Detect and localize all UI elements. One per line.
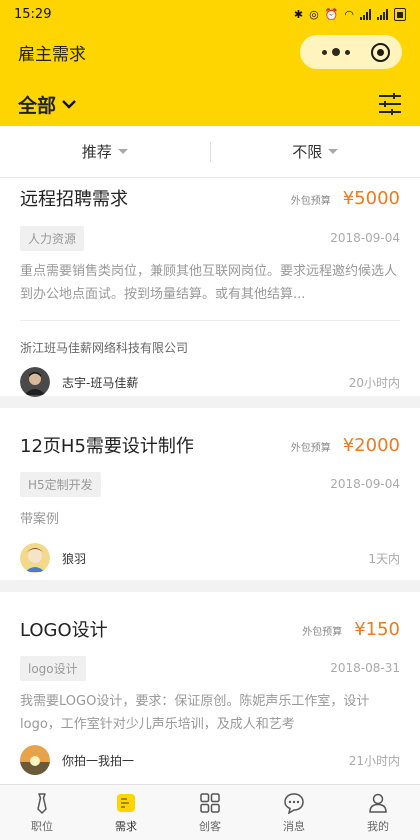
company-name: 浙江班马佳薪网络科技有限公司 <box>20 320 400 360</box>
bluetooth-icon: ✱ <box>293 7 304 21</box>
title-bar: 雇主需求 <box>0 30 420 74</box>
time-ago: 1天内 <box>368 551 400 566</box>
budget-value: ¥150 <box>354 618 400 640</box>
card-title: LOGO设计 <box>20 620 108 641</box>
status-icons: ✱ ◎ ⏰ ◠ <box>293 7 406 21</box>
battery-icon <box>394 7 406 21</box>
budget: 外包预算 ¥150 <box>302 619 400 640</box>
tab-label: 我的 <box>367 819 389 833</box>
sort-bar: 推荐 不限 <box>0 126 420 178</box>
tab-jobs[interactable]: 职位 <box>0 785 84 840</box>
tab-profile[interactable]: 我的 <box>336 785 420 840</box>
card-description: 带案例 <box>20 512 60 527</box>
demand-card[interactable]: 远程招聘需求 外包预算 ¥5000 人力资源 2018-09-04 重点需要销售… <box>0 178 420 397</box>
avatar <box>20 543 50 573</box>
time-ago: 21小时内 <box>348 753 400 768</box>
tab-makers[interactable]: 创客 <box>168 785 252 840</box>
demand-list: 远程招聘需求 外包预算 ¥5000 人力资源 2018-09-04 重点需要销售… <box>0 178 420 784</box>
tab-label: 创客 <box>199 819 221 833</box>
alarm-icon: ⏰ <box>324 7 339 21</box>
category-tag: 人力资源 <box>20 225 85 251</box>
author-row: 狼羽 1天内 <box>20 536 400 580</box>
more-menu-icon[interactable] <box>322 48 350 56</box>
user-icon <box>367 792 389 814</box>
author-row: 你拍一我拍一 21小时内 <box>20 738 400 782</box>
chevron-down-icon <box>62 100 76 109</box>
status-bar: 15:29 ✱ ◎ ⏰ ◠ <box>0 0 420 28</box>
author-row: 志宇-班马佳薪 20小时内 <box>20 360 400 404</box>
tab-label: 职位 <box>31 819 53 833</box>
sort-recommend-label: 推荐 <box>81 143 112 161</box>
tab-demand[interactable]: 需求 <box>84 785 168 840</box>
avatar <box>20 367 50 397</box>
card-description: 我需要LOGO设计，要求：保证原创。陈妮声乐工作室，设计logo，工作室针对少儿… <box>20 694 370 732</box>
close-target-icon[interactable] <box>371 42 390 62</box>
bottom-tab-bar: 职位 需求 创客 消息 我的 <box>0 784 420 840</box>
category-label: 全部 <box>18 94 57 117</box>
category-tag: H5定制开发 <box>20 471 101 497</box>
budget-value: ¥2000 <box>342 434 400 456</box>
tab-label: 需求 <box>115 819 137 833</box>
signal-icon <box>360 8 371 20</box>
budget: 外包预算 ¥2000 <box>291 435 400 456</box>
card-title: 远程招聘需求 <box>20 189 128 210</box>
wifi-icon: ◠ <box>344 7 354 21</box>
category-dropdown[interactable]: 全部 <box>18 91 378 118</box>
chat-icon <box>283 792 305 814</box>
page-title: 雇主需求 <box>18 44 86 65</box>
budget-label: 外包预算 <box>290 442 331 454</box>
category-tag: logo设计 <box>20 655 86 681</box>
budget: 外包预算 ¥5000 <box>291 188 400 209</box>
sort-recommend-dropdown[interactable]: 推荐 <box>0 141 210 162</box>
signal-2-icon <box>377 8 388 20</box>
avatar <box>20 745 50 775</box>
mini-program-capsule <box>300 35 402 69</box>
author-name: 志宇-班马佳薪 <box>62 375 139 390</box>
time-ago: 20小时内 <box>348 375 400 390</box>
tab-messages[interactable]: 消息 <box>252 785 336 840</box>
post-date: 2018-09-04 <box>330 231 400 245</box>
sort-limit-dropdown[interactable]: 不限 <box>211 141 420 162</box>
status-time: 15:29 <box>14 6 52 22</box>
demand-icon <box>115 792 137 814</box>
header: 15:29 ✱ ◎ ⏰ ◠ 雇主需求 全部 <box>0 0 420 126</box>
budget-label: 外包预算 <box>290 195 331 207</box>
tie-icon <box>31 792 53 814</box>
budget-value: ¥5000 <box>342 187 400 209</box>
filter-settings-icon[interactable] <box>378 93 402 115</box>
app-screen: 15:29 ✱ ◎ ⏰ ◠ 雇主需求 全部 推荐 不限 远程招聘需求 外包预算 … <box>0 0 420 840</box>
card-description: 重点需要销售类岗位，兼顾其他互联网岗位。要求远程邀约候选人到办公地点面试。按到场… <box>20 264 398 302</box>
grid-icon <box>199 792 221 814</box>
post-date: 2018-08-31 <box>330 661 400 675</box>
caret-down-icon <box>328 149 339 154</box>
author-name: 狼羽 <box>62 551 87 566</box>
mute-icon: ◎ <box>309 7 319 21</box>
sort-limit-label: 不限 <box>292 143 323 161</box>
caret-down-icon <box>117 149 128 154</box>
tab-label: 消息 <box>283 819 305 833</box>
demand-card[interactable]: 12页H5需要设计制作 外包预算 ¥2000 H5定制开发 2018-09-04… <box>0 408 420 580</box>
post-date: 2018-09-04 <box>330 477 400 491</box>
budget-label: 外包预算 <box>302 626 343 638</box>
category-filter-bar: 全部 <box>0 84 420 124</box>
author-name: 你拍一我拍一 <box>62 753 135 768</box>
card-title: 12页H5需要设计制作 <box>20 436 194 457</box>
demand-card[interactable]: LOGO设计 外包预算 ¥150 logo设计 2018-08-31 我需要LO… <box>0 592 420 784</box>
